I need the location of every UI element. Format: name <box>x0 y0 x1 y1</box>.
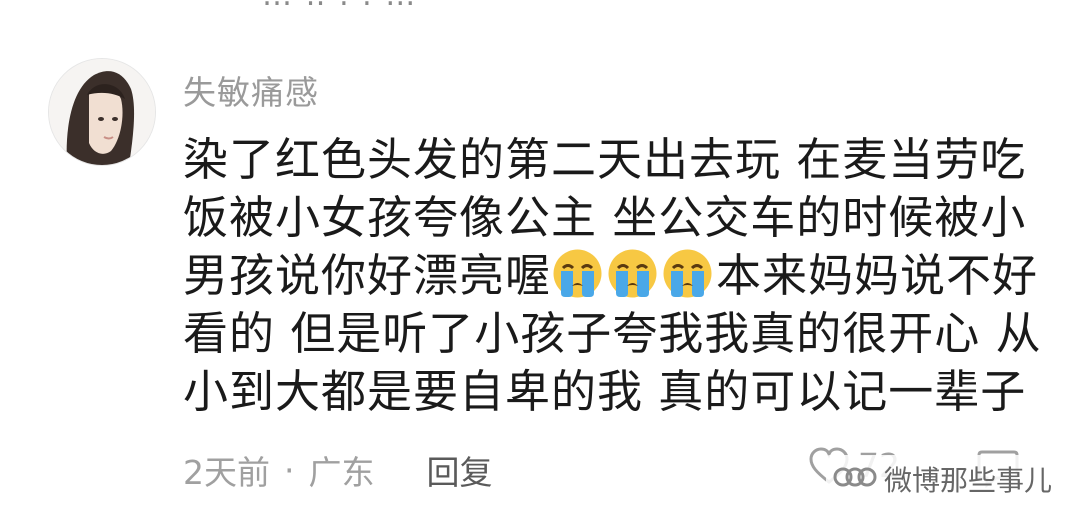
comment-line: 男孩说你好漂亮喔 本来妈妈说不好 <box>183 247 1043 305</box>
comment-line-segment: 男孩说你好漂亮喔 <box>183 249 552 302</box>
comment-username[interactable]: 失敏痛感 <box>183 66 319 114</box>
crying-emoji-icon <box>606 247 659 300</box>
crying-emoji-icon <box>661 247 714 300</box>
watermark: 微博那些事儿 <box>826 455 1059 503</box>
avatar-image <box>49 59 155 165</box>
wechat-channel-icon <box>832 457 878 501</box>
reply-button[interactable]: 回复 <box>427 446 493 494</box>
previous-comment-fragment: … ‥ . . … <box>262 0 417 13</box>
comment-line: 饭被小女孩夸像公主 坐公交车的时候被小 <box>183 191 1027 244</box>
meta-separator: · <box>284 450 295 490</box>
watermark-text: 微博那些事儿 <box>884 464 1053 497</box>
comment-text: 染了红色头发的第二天出去玩 在麦当劳吃 饭被小女孩夸像公主 坐公交车的时候被小 … <box>183 131 1043 421</box>
comment-line: 看的 但是听了小孩子夸我我真的很开心 从 <box>183 307 1042 360</box>
comment-location: 广东 <box>308 453 375 492</box>
comment-line: 染了红色头发的第二天出去玩 在麦当劳吃 <box>183 133 1027 186</box>
comment-time: 2天前 <box>183 453 270 492</box>
comment-meta: 2天前 · 广东 回复 <box>183 446 493 494</box>
crying-emoji-icon <box>551 247 604 300</box>
comment-line: 小到大都是要自卑的我 真的可以记一辈子 <box>183 365 1027 418</box>
avatar[interactable] <box>48 58 156 166</box>
comment-line-segment: 本来妈妈说不好 <box>716 249 1039 302</box>
